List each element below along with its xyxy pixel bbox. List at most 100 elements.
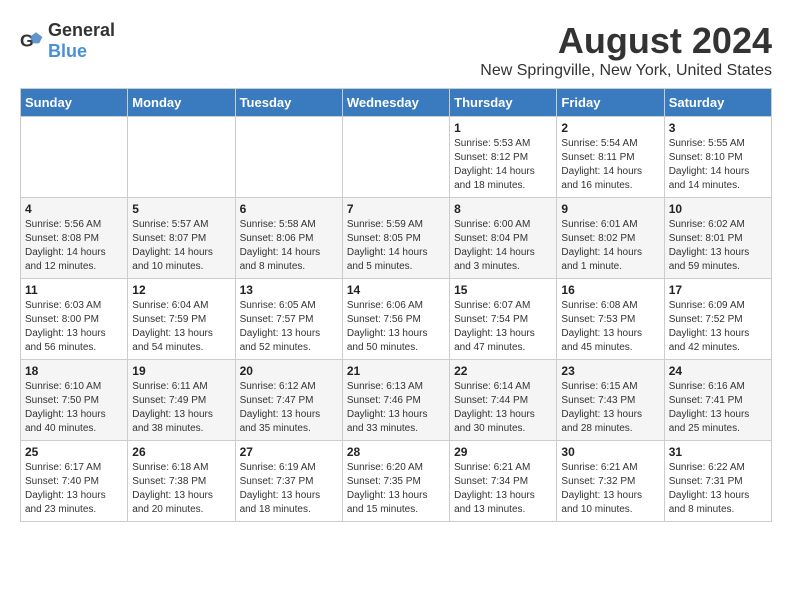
cell-date-number: 3 xyxy=(669,121,767,135)
cell-sun-info: Sunrise: 6:16 AMSunset: 7:41 PMDaylight:… xyxy=(669,380,767,436)
calendar-cell xyxy=(21,117,128,198)
calendar-cell: 17Sunrise: 6:09 AMSunset: 7:52 PMDayligh… xyxy=(664,279,771,360)
calendar-cell: 15 Sunrise: 6:07 AMSunset: 7:54 PMDayligh… xyxy=(450,279,557,360)
cell-sun-info: Sunrise: 5:59 AMSunset: 8:05 PMDaylight:… xyxy=(347,218,445,274)
weekday-header: Sunday xyxy=(21,89,128,117)
cell-sun-info: Sunrise: 6:00 AMSunset: 8:04 PMDaylight:… xyxy=(454,218,552,274)
cell-date-number: 10 xyxy=(669,202,767,216)
cell-date-number: 4 xyxy=(25,202,123,216)
cell-date-number: 9 xyxy=(561,202,659,216)
cell-date-number: 17 xyxy=(669,283,767,297)
cell-sun-info: Sunrise: 6:21 AMSunset: 7:34 PMDaylight:… xyxy=(454,461,552,517)
cell-sun-info: Sunrise: 5:53 AMSunset: 8:12 PMDaylight:… xyxy=(454,137,552,193)
calendar-cell: 11 Sunrise: 6:03 AMSunset: 8:00 PMDayligh… xyxy=(21,279,128,360)
calendar-week-row: 18 Sunrise: 6:10 AMSunset: 7:50 PMDayligh… xyxy=(21,360,772,441)
calendar-cell xyxy=(342,117,449,198)
cell-date-number: 22 xyxy=(454,364,552,378)
cell-date-number: 15 xyxy=(454,283,552,297)
calendar-cell: 13 Sunrise: 6:05 AMSunset: 7:57 PMDayligh… xyxy=(235,279,342,360)
calendar-cell: 24 Sunrise: 6:16 AMSunset: 7:41 PMDayligh… xyxy=(664,360,771,441)
cell-date-number: 24 xyxy=(669,364,767,378)
calendar-cell: 19Sunrise: 6:11 AMSunset: 7:49 PMDayligh… xyxy=(128,360,235,441)
cell-sun-info: Sunrise: 6:11 AMSunset: 7:49 PMDaylight:… xyxy=(132,380,230,436)
weekday-header: Friday xyxy=(557,89,664,117)
calendar-cell: 28 Sunrise: 6:20 AMSunset: 7:35 PMDayligh… xyxy=(342,441,449,522)
calendar-cell: 8 Sunrise: 6:00 AMSunset: 8:04 PMDaylight… xyxy=(450,198,557,279)
calendar-cell: 6 Sunrise: 5:58 AMSunset: 8:06 PMDaylight… xyxy=(235,198,342,279)
cell-date-number: 29 xyxy=(454,445,552,459)
cell-sun-info: Sunrise: 6:20 AMSunset: 7:35 PMDaylight:… xyxy=(347,461,445,517)
calendar-cell: 18 Sunrise: 6:10 AMSunset: 7:50 PMDayligh… xyxy=(21,360,128,441)
cell-sun-info: Sunrise: 6:22 AMSunset: 7:31 PMDaylight:… xyxy=(669,461,767,517)
logo-icon: G xyxy=(20,29,44,53)
calendar-cell: 29 Sunrise: 6:21 AMSunset: 7:34 PMDayligh… xyxy=(450,441,557,522)
cell-sun-info: Sunrise: 6:05 AMSunset: 7:57 PMDaylight:… xyxy=(240,299,338,355)
cell-sun-info: Sunrise: 6:10 AMSunset: 7:50 PMDaylight:… xyxy=(25,380,123,436)
calendar-cell: 16Sunrise: 6:08 AMSunset: 7:53 PMDayligh… xyxy=(557,279,664,360)
cell-date-number: 28 xyxy=(347,445,445,459)
cell-date-number: 23 xyxy=(561,364,659,378)
cell-sun-info: Sunrise: 6:02 AMSunset: 8:01 PMDaylight:… xyxy=(669,218,767,274)
calendar-cell xyxy=(235,117,342,198)
calendar-week-row: 4 Sunrise: 5:56 AMSunset: 8:08 PMDaylight… xyxy=(21,198,772,279)
cell-sun-info: Sunrise: 6:15 AMSunset: 7:43 PMDaylight:… xyxy=(561,380,659,436)
cell-date-number: 21 xyxy=(347,364,445,378)
logo-text: General Blue xyxy=(48,20,115,62)
weekday-header: Wednesday xyxy=(342,89,449,117)
cell-date-number: 11 xyxy=(25,283,123,297)
weekday-header: Thursday xyxy=(450,89,557,117)
calendar-cell: 23 Sunrise: 6:15 AMSunset: 7:43 PMDayligh… xyxy=(557,360,664,441)
calendar-cell: 26Sunrise: 6:18 AMSunset: 7:38 PMDayligh… xyxy=(128,441,235,522)
cell-sun-info: Sunrise: 6:04 AMSunset: 7:59 PMDaylight:… xyxy=(132,299,230,355)
logo: G General Blue xyxy=(20,20,115,62)
logo-blue: Blue xyxy=(48,41,87,61)
cell-date-number: 20 xyxy=(240,364,338,378)
calendar-table: SundayMondayTuesdayWednesdayThursdayFrid… xyxy=(20,88,772,522)
weekday-header: Monday xyxy=(128,89,235,117)
calendar-week-row: 25Sunrise: 6:17 AMSunset: 7:40 PMDayligh… xyxy=(21,441,772,522)
location-title: New Springville, New York, United States xyxy=(480,62,772,80)
calendar-cell: 3 Sunrise: 5:55 AMSunset: 8:10 PMDaylight… xyxy=(664,117,771,198)
cell-date-number: 6 xyxy=(240,202,338,216)
calendar-cell: 7 Sunrise: 5:59 AMSunset: 8:05 PMDaylight… xyxy=(342,198,449,279)
title-area: August 2024 New Springville, New York, U… xyxy=(480,20,772,80)
cell-date-number: 1 xyxy=(454,121,552,135)
calendar-cell: 5Sunrise: 5:57 AMSunset: 8:07 PMDaylight… xyxy=(128,198,235,279)
calendar-cell: 10 Sunrise: 6:02 AMSunset: 8:01 PMDayligh… xyxy=(664,198,771,279)
cell-sun-info: Sunrise: 5:55 AMSunset: 8:10 PMDaylight:… xyxy=(669,137,767,193)
cell-sun-info: Sunrise: 6:07 AMSunset: 7:54 PMDaylight:… xyxy=(454,299,552,355)
cell-date-number: 2 xyxy=(561,121,659,135)
calendar-cell: 30Sunrise: 6:21 AMSunset: 7:32 PMDayligh… xyxy=(557,441,664,522)
cell-sun-info: Sunrise: 5:57 AMSunset: 8:07 PMDaylight:… xyxy=(132,218,230,274)
calendar-cell: 20 Sunrise: 6:12 AMSunset: 7:47 PMDayligh… xyxy=(235,360,342,441)
cell-date-number: 31 xyxy=(669,445,767,459)
cell-date-number: 12 xyxy=(132,283,230,297)
cell-sun-info: Sunrise: 6:12 AMSunset: 7:47 PMDaylight:… xyxy=(240,380,338,436)
cell-date-number: 27 xyxy=(240,445,338,459)
calendar-cell: 31 Sunrise: 6:22 AMSunset: 7:31 PMDayligh… xyxy=(664,441,771,522)
cell-date-number: 8 xyxy=(454,202,552,216)
calendar-cell: 21Sunrise: 6:13 AMSunset: 7:46 PMDayligh… xyxy=(342,360,449,441)
calendar-cell: 25Sunrise: 6:17 AMSunset: 7:40 PMDayligh… xyxy=(21,441,128,522)
cell-date-number: 18 xyxy=(25,364,123,378)
cell-sun-info: Sunrise: 5:54 AMSunset: 8:11 PMDaylight:… xyxy=(561,137,659,193)
cell-sun-info: Sunrise: 6:19 AMSunset: 7:37 PMDaylight:… xyxy=(240,461,338,517)
cell-sun-info: Sunrise: 6:03 AMSunset: 8:00 PMDaylight:… xyxy=(25,299,123,355)
cell-date-number: 7 xyxy=(347,202,445,216)
cell-date-number: 13 xyxy=(240,283,338,297)
calendar-cell xyxy=(128,117,235,198)
cell-sun-info: Sunrise: 6:01 AMSunset: 8:02 PMDaylight:… xyxy=(561,218,659,274)
calendar-cell: 27 Sunrise: 6:19 AMSunset: 7:37 PMDayligh… xyxy=(235,441,342,522)
cell-sun-info: Sunrise: 6:21 AMSunset: 7:32 PMDaylight:… xyxy=(561,461,659,517)
cell-sun-info: Sunrise: 5:56 AMSunset: 8:08 PMDaylight:… xyxy=(25,218,123,274)
month-year-title: August 2024 xyxy=(480,20,772,62)
cell-sun-info: Sunrise: 5:58 AMSunset: 8:06 PMDaylight:… xyxy=(240,218,338,274)
header: G General Blue August 2024 New Springvil… xyxy=(20,20,772,80)
calendar-cell: 22 Sunrise: 6:14 AMSunset: 7:44 PMDayligh… xyxy=(450,360,557,441)
weekday-header: Saturday xyxy=(664,89,771,117)
cell-sun-info: Sunrise: 6:14 AMSunset: 7:44 PMDaylight:… xyxy=(454,380,552,436)
calendar-cell: 4 Sunrise: 5:56 AMSunset: 8:08 PMDaylight… xyxy=(21,198,128,279)
cell-sun-info: Sunrise: 6:06 AMSunset: 7:56 PMDaylight:… xyxy=(347,299,445,355)
calendar-week-row: 1 Sunrise: 5:53 AMSunset: 8:12 PMDaylight… xyxy=(21,117,772,198)
calendar-cell: 2 Sunrise: 5:54 AMSunset: 8:11 PMDaylight… xyxy=(557,117,664,198)
